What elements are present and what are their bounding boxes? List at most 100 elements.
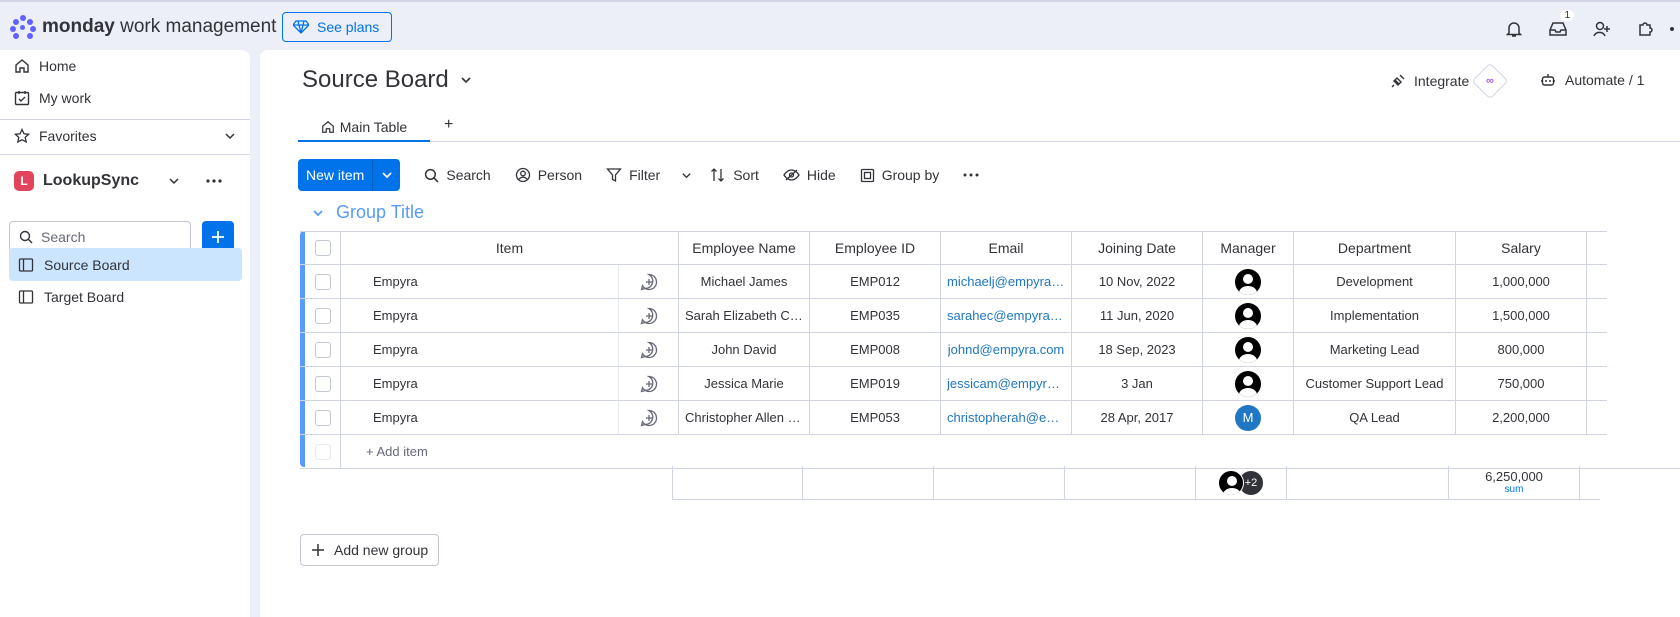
employee-name-cell[interactable]: Christopher Allen H... — [679, 401, 810, 435]
col-header-department[interactable]: Department — [1294, 231, 1456, 265]
new-item-dropdown[interactable] — [373, 159, 400, 191]
apps-button[interactable] — [1624, 16, 1668, 42]
see-plans-button[interactable]: See plans — [282, 12, 393, 42]
joining-date-cell[interactable]: 28 Apr, 2017 — [1072, 401, 1203, 435]
salary-cell[interactable]: 800,000 — [1456, 333, 1587, 367]
row-checkbox[interactable] — [305, 367, 341, 401]
sidebar-item-favorites[interactable]: Favorites — [14, 128, 236, 144]
sidebar-board-source[interactable]: Source Board — [9, 248, 242, 281]
item-name-cell[interactable]: Empyra — [341, 299, 619, 333]
search-button[interactable]: Search — [424, 167, 491, 183]
salary-cell[interactable]: 750,000 — [1456, 367, 1587, 401]
chevron-down-icon[interactable] — [312, 207, 324, 219]
person-filter-button[interactable]: Person — [515, 167, 582, 183]
email-cell[interactable]: sarahec@empyra.c... — [941, 299, 1072, 333]
col-header-employee-name[interactable]: Employee Name — [679, 231, 810, 265]
workspace-selector[interactable]: L LookupSync — [14, 171, 236, 191]
board-title[interactable]: Source Board — [302, 66, 473, 94]
row-checkbox[interactable] — [305, 265, 341, 299]
salary-cell[interactable]: 2,200,000 — [1456, 401, 1587, 435]
add-new-group-button[interactable]: Add new group — [300, 534, 440, 566]
notifications-button[interactable] — [1492, 16, 1536, 42]
manager-cell[interactable] — [1203, 367, 1294, 401]
add-item-input[interactable]: + Add item — [341, 435, 1680, 469]
salary-cell[interactable]: 1,500,000 — [1456, 299, 1587, 333]
group-title-text[interactable]: Group Title — [336, 202, 424, 223]
email-cell[interactable]: christopherah@em... — [941, 401, 1072, 435]
item-name-cell[interactable]: Empyra — [341, 265, 619, 299]
col-header-item[interactable]: Item — [341, 231, 679, 265]
employee-id-cell[interactable]: EMP008 — [810, 333, 941, 367]
table-row[interactable]: Empyra Jessica Marie EMP019 jessicam@emp… — [300, 367, 1607, 401]
col-header-manager[interactable]: Manager — [1203, 231, 1294, 265]
joining-date-cell[interactable]: 11 Jun, 2020 — [1072, 299, 1203, 333]
invite-members-button[interactable] — [1580, 16, 1624, 42]
manager-summary[interactable]: +2 — [1196, 466, 1287, 500]
add-update-button[interactable] — [619, 401, 679, 435]
joining-date-cell[interactable]: 10 Nov, 2022 — [1072, 265, 1203, 299]
employee-id-cell[interactable]: EMP035 — [810, 299, 941, 333]
hide-button[interactable]: Hide — [783, 167, 836, 183]
manager-cell[interactable] — [1203, 333, 1294, 367]
group-header[interactable]: Group Title — [312, 202, 424, 223]
employee-name-cell[interactable]: Jessica Marie — [679, 367, 810, 401]
manager-cell[interactable]: M — [1203, 401, 1294, 435]
manager-cell[interactable] — [1203, 299, 1294, 333]
employee-id-cell[interactable]: EMP019 — [810, 367, 941, 401]
email-cell[interactable]: jessicam@empyra.... — [941, 367, 1072, 401]
monday-logo[interactable]: monday work management — [10, 15, 276, 39]
table-row[interactable]: Empyra Christopher Allen H... EMP053 chr… — [300, 401, 1607, 435]
item-name-cell[interactable]: Empyra — [341, 401, 619, 435]
chevron-down-icon[interactable] — [681, 170, 692, 181]
joining-date-cell[interactable]: 3 Jan — [1072, 367, 1203, 401]
tab-main-table[interactable]: Main Table — [298, 114, 430, 142]
row-checkbox[interactable] — [305, 401, 341, 435]
add-update-button[interactable] — [619, 333, 679, 367]
department-cell[interactable]: Development — [1294, 265, 1456, 299]
add-view-button[interactable]: + — [444, 116, 453, 134]
row-checkbox[interactable] — [305, 333, 341, 367]
sidebar-item-home[interactable]: Home — [14, 58, 76, 74]
department-cell[interactable]: QA Lead — [1294, 401, 1456, 435]
add-update-button[interactable] — [619, 299, 679, 333]
employee-id-cell[interactable]: EMP053 — [810, 401, 941, 435]
sidebar-item-my-work[interactable]: My work — [14, 90, 91, 106]
filter-button[interactable]: Filter — [606, 167, 692, 183]
manager-cell[interactable] — [1203, 265, 1294, 299]
add-update-button[interactable] — [619, 367, 679, 401]
department-cell[interactable]: Customer Support Lead — [1294, 367, 1456, 401]
employee-name-cell[interactable]: Sarah Elizabeth Car... — [679, 299, 810, 333]
table-row[interactable]: Empyra John David EMP008 johnd@empyra.co… — [300, 333, 1607, 367]
department-cell[interactable]: Implementation — [1294, 299, 1456, 333]
automate-button[interactable]: Automate / 1 — [1540, 72, 1644, 88]
more-top-button[interactable] — [1668, 16, 1680, 42]
item-name-cell[interactable]: Empyra — [341, 367, 619, 401]
table-row[interactable]: Empyra Sarah Elizabeth Car... EMP035 sar… — [300, 299, 1607, 333]
department-cell[interactable]: Marketing Lead — [1294, 333, 1456, 367]
new-item-button[interactable]: New item — [298, 159, 401, 191]
more-options-icon[interactable] — [205, 178, 223, 184]
email-cell[interactable]: johnd@empyra.com — [941, 333, 1072, 367]
salary-cell[interactable]: 1,000,000 — [1456, 265, 1587, 299]
more-toolbar-button[interactable] — [963, 173, 979, 177]
add-update-button[interactable] — [619, 265, 679, 299]
employee-name-cell[interactable]: John David — [679, 333, 810, 367]
select-all-checkbox[interactable] — [305, 231, 341, 265]
employee-name-cell[interactable]: Michael James — [679, 265, 810, 299]
email-cell[interactable]: michaelj@empyra.c... — [941, 265, 1072, 299]
row-checkbox[interactable] — [305, 299, 341, 333]
col-header-salary[interactable]: Salary — [1456, 231, 1587, 265]
salary-summary[interactable]: 6,250,000 sum — [1449, 466, 1580, 500]
item-name-cell[interactable]: Empyra — [341, 333, 619, 367]
new-item-label[interactable]: New item — [298, 159, 374, 191]
employee-id-cell[interactable]: EMP012 — [810, 265, 941, 299]
col-header-employee-id[interactable]: Employee ID — [810, 231, 941, 265]
joining-date-cell[interactable]: 18 Sep, 2023 — [1072, 333, 1203, 367]
col-header-joining-date[interactable]: Joining Date — [1072, 231, 1203, 265]
integrate-button[interactable]: Integrate ∞ — [1390, 62, 1509, 100]
table-row[interactable]: Empyra Michael James EMP012 michaelj@emp… — [300, 265, 1607, 299]
group-by-button[interactable]: Group by — [860, 167, 939, 183]
col-header-email[interactable]: Email — [941, 231, 1072, 265]
sort-button[interactable]: Sort — [710, 167, 759, 183]
sidebar-board-target[interactable]: Target Board — [9, 280, 242, 313]
